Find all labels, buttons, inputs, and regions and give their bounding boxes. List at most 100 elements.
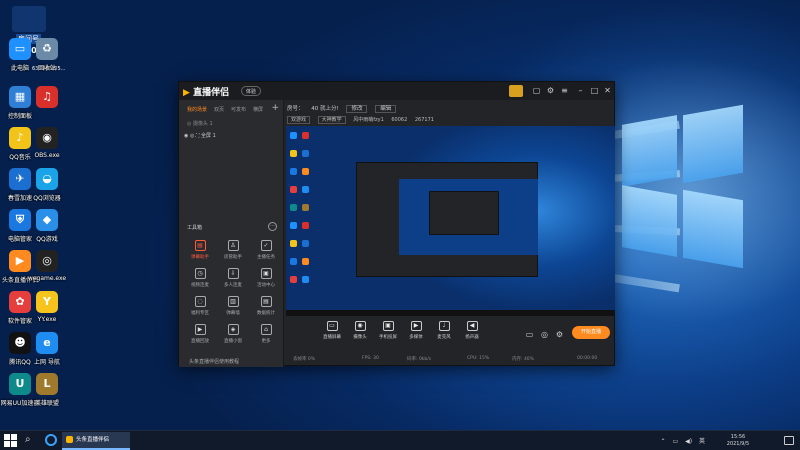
control-icon: ◀ — [466, 321, 478, 331]
network-icon[interactable]: ▭ — [673, 438, 679, 445]
desktop-shortcut-label: QQ浏览器 — [33, 195, 61, 202]
input-language[interactable]: 英 — [699, 438, 705, 445]
message-icon[interactable]: ▢ — [531, 85, 542, 96]
clock-date: 2021/9/5 — [726, 441, 750, 447]
nested-window-preview — [429, 191, 499, 235]
edit-title-button[interactable]: 修改 — [346, 105, 368, 113]
app-title: 直播伴侣 — [193, 88, 230, 98]
status-bar: 丢帧率 0% FPS: 30 码率: 0kb/s CPU: 15% 内存: 40… — [287, 354, 616, 365]
preview-desktop-icon — [302, 276, 309, 283]
source-control-button[interactable]: ▣ 手机投屏 — [375, 321, 401, 340]
preview-desktop-icon — [302, 186, 309, 193]
desktop-shortcut[interactable]: ♫ — [27, 86, 67, 111]
preview-desktop-icon — [290, 150, 297, 157]
tool-icon: ▣ — [260, 268, 272, 279]
settings-icon[interactable]: ⚙ — [554, 329, 565, 340]
maximize-button[interactable]: □ — [589, 85, 600, 96]
source-tools[interactable]: ◎ 摄像头 1 — [187, 120, 213, 127]
tutorial-link[interactable]: 头条直播伴侣使用教程 — [189, 358, 239, 365]
toolbox-item[interactable]: ◈ 直播小窗 — [218, 324, 248, 344]
source-item[interactable]: ◉ ◎ ⛶ 全屏 1 — [184, 132, 216, 139]
live-timer: 00:00:00 — [577, 356, 598, 361]
recycle-bin-icon: ♻ — [36, 38, 58, 60]
live-companion-window[interactable]: ▶ 直播伴侣 体验 ▢ ⚙ ≡ – □ ✕ 我的场景 双页 可发布 横屏 + ◎ 摄像… — [178, 81, 616, 367]
source-control-button[interactable]: ▶ 多媒体 — [403, 321, 429, 340]
obs-icon: ◉ — [36, 127, 58, 149]
avatar[interactable] — [509, 85, 523, 97]
windows-logo-pane — [683, 104, 743, 184]
preview-desktop-icon — [302, 168, 309, 175]
toolbox-item[interactable]: ⇩ 多人连麦 — [218, 268, 248, 288]
desktop-shortcut[interactable]: Y YY.exe — [27, 291, 67, 323]
browser-icon[interactable] — [45, 434, 57, 446]
toolbox-more-button[interactable]: ··· — [268, 222, 277, 231]
tool-label: 视频连麦 — [191, 283, 209, 288]
desktop-shortcut[interactable]: ◎ wegame.exe — [27, 250, 67, 282]
preview-desktop-icon — [290, 168, 297, 175]
preview-desktop-icon — [290, 276, 297, 283]
source-control-button[interactable]: ▭ 直播屏幕 — [319, 321, 345, 340]
toolbox-item[interactable]: ▤ 数据统计 — [251, 296, 281, 316]
volume-icon[interactable]: ◀) — [685, 438, 692, 445]
toolbox-item[interactable]: ▥ 弹幕墙 — [218, 296, 248, 316]
record-icon[interactable]: ▭ — [524, 329, 535, 340]
edit-button[interactable]: 编辑 — [375, 105, 397, 113]
preview-taskbar — [286, 310, 615, 316]
control-icon: ▭ — [326, 321, 338, 331]
desktop-shortcut-label: 控制面板 — [7, 113, 32, 120]
category-tag[interactable]: 双游戏 — [287, 116, 311, 124]
tool-label: 多人连麦 — [224, 283, 242, 288]
settings-icon[interactable]: ⚙ — [545, 85, 556, 96]
tool-icon: ▥ — [227, 296, 239, 307]
control-label: 麦克风 — [437, 335, 451, 340]
source-control-button[interactable]: ♩ 麦克风 — [431, 321, 457, 340]
preview-icon[interactable]: ◎ — [539, 329, 550, 340]
scene-tab[interactable]: 我的场景 — [187, 106, 207, 116]
scene-tab[interactable]: 双页 — [214, 106, 224, 116]
start-live-button[interactable]: 开始直播 — [572, 326, 610, 339]
toolbox-item[interactable]: ▤ 弹幕助手 — [185, 240, 215, 260]
scene-tab[interactable]: 可发布 — [231, 106, 246, 116]
source-control-button[interactable]: ◉ 摄像头 — [347, 321, 373, 340]
taskbar-app-live-companion[interactable]: 头条直播伴侣 — [62, 432, 130, 450]
chevron-up-icon[interactable]: ⌃ — [661, 438, 666, 445]
room-info: 房号： 40 就上分! 修改 编辑 — [287, 104, 402, 113]
system-tray[interactable]: ⌃ ▭ ◀) 英 — [661, 436, 705, 445]
source-control-button[interactable]: ◀ 扬声器 — [459, 321, 485, 340]
tool-label: 直播回放 — [191, 339, 209, 344]
desktop-shortcut[interactable]: L 英雄联盟 — [27, 373, 67, 407]
toolbox-item[interactable]: ▶ 直播回放 — [185, 324, 215, 344]
scene-tab[interactable]: 横屏 — [253, 106, 263, 116]
streamer-name: 风中雨萌fzy1 — [353, 117, 384, 123]
stream-preview[interactable] — [286, 126, 615, 316]
desktop-shortcut[interactable]: e 上网 导航 — [27, 332, 67, 366]
toolbox-item[interactable]: ◷ 视频连麦 — [185, 268, 215, 288]
search-icon[interactable]: ⌕ — [25, 434, 31, 445]
desktop-shortcut[interactable]: ◆ QQ游戏 — [27, 209, 67, 243]
edition-badge[interactable]: 体验 — [241, 86, 262, 96]
tool-label: 弹幕墙 — [226, 311, 240, 316]
toolbox-item[interactable]: ⌂ 更多 — [251, 324, 281, 344]
minimize-button[interactable]: – — [575, 85, 586, 96]
menu-icon[interactable]: ≡ — [559, 85, 570, 96]
toolbox-item[interactable]: ◌ 福利专区 — [185, 296, 215, 316]
toolbox-item[interactable]: ▣ 活动中心 — [251, 268, 281, 288]
clock[interactable]: 15:56 2021/9/5 — [716, 434, 760, 448]
add-scene-button[interactable]: + — [271, 103, 279, 113]
desktop-shortcut[interactable]: ◉ OBS.exe — [27, 127, 67, 159]
desktop-shortcut[interactable]: ♻ 回收站 — [27, 38, 67, 72]
desktop-shortcut-label: wegame.exe — [27, 275, 67, 282]
category-tag[interactable]: 大神教学 — [317, 116, 346, 124]
close-button[interactable]: ✕ — [602, 85, 613, 96]
bitrate-readout: 码率: 0kb/s — [407, 357, 432, 362]
wegame-icon: ◎ — [36, 250, 58, 272]
toolbox-item[interactable]: ✓ 主播任务 — [251, 240, 281, 260]
toolbox-item[interactable]: ♙ 房管助手 — [218, 240, 248, 260]
source-controls: ▭ 直播屏幕 ◉ 摄像头 ▣ 手机投屏 ▶ 多媒体 ♩ 麦克风 ◀ 扬声器 — [287, 318, 616, 352]
title-bar[interactable]: ▶ 直播伴侣 体验 ▢ ⚙ ≡ – □ ✕ — [179, 82, 614, 100]
control-label: 直播屏幕 — [323, 335, 341, 340]
start-button[interactable] — [4, 434, 18, 448]
notification-icon[interactable] — [784, 436, 794, 445]
desktop-shortcut[interactable]: ◒ QQ浏览器 — [27, 168, 67, 202]
control-icon: ▣ — [382, 321, 394, 331]
